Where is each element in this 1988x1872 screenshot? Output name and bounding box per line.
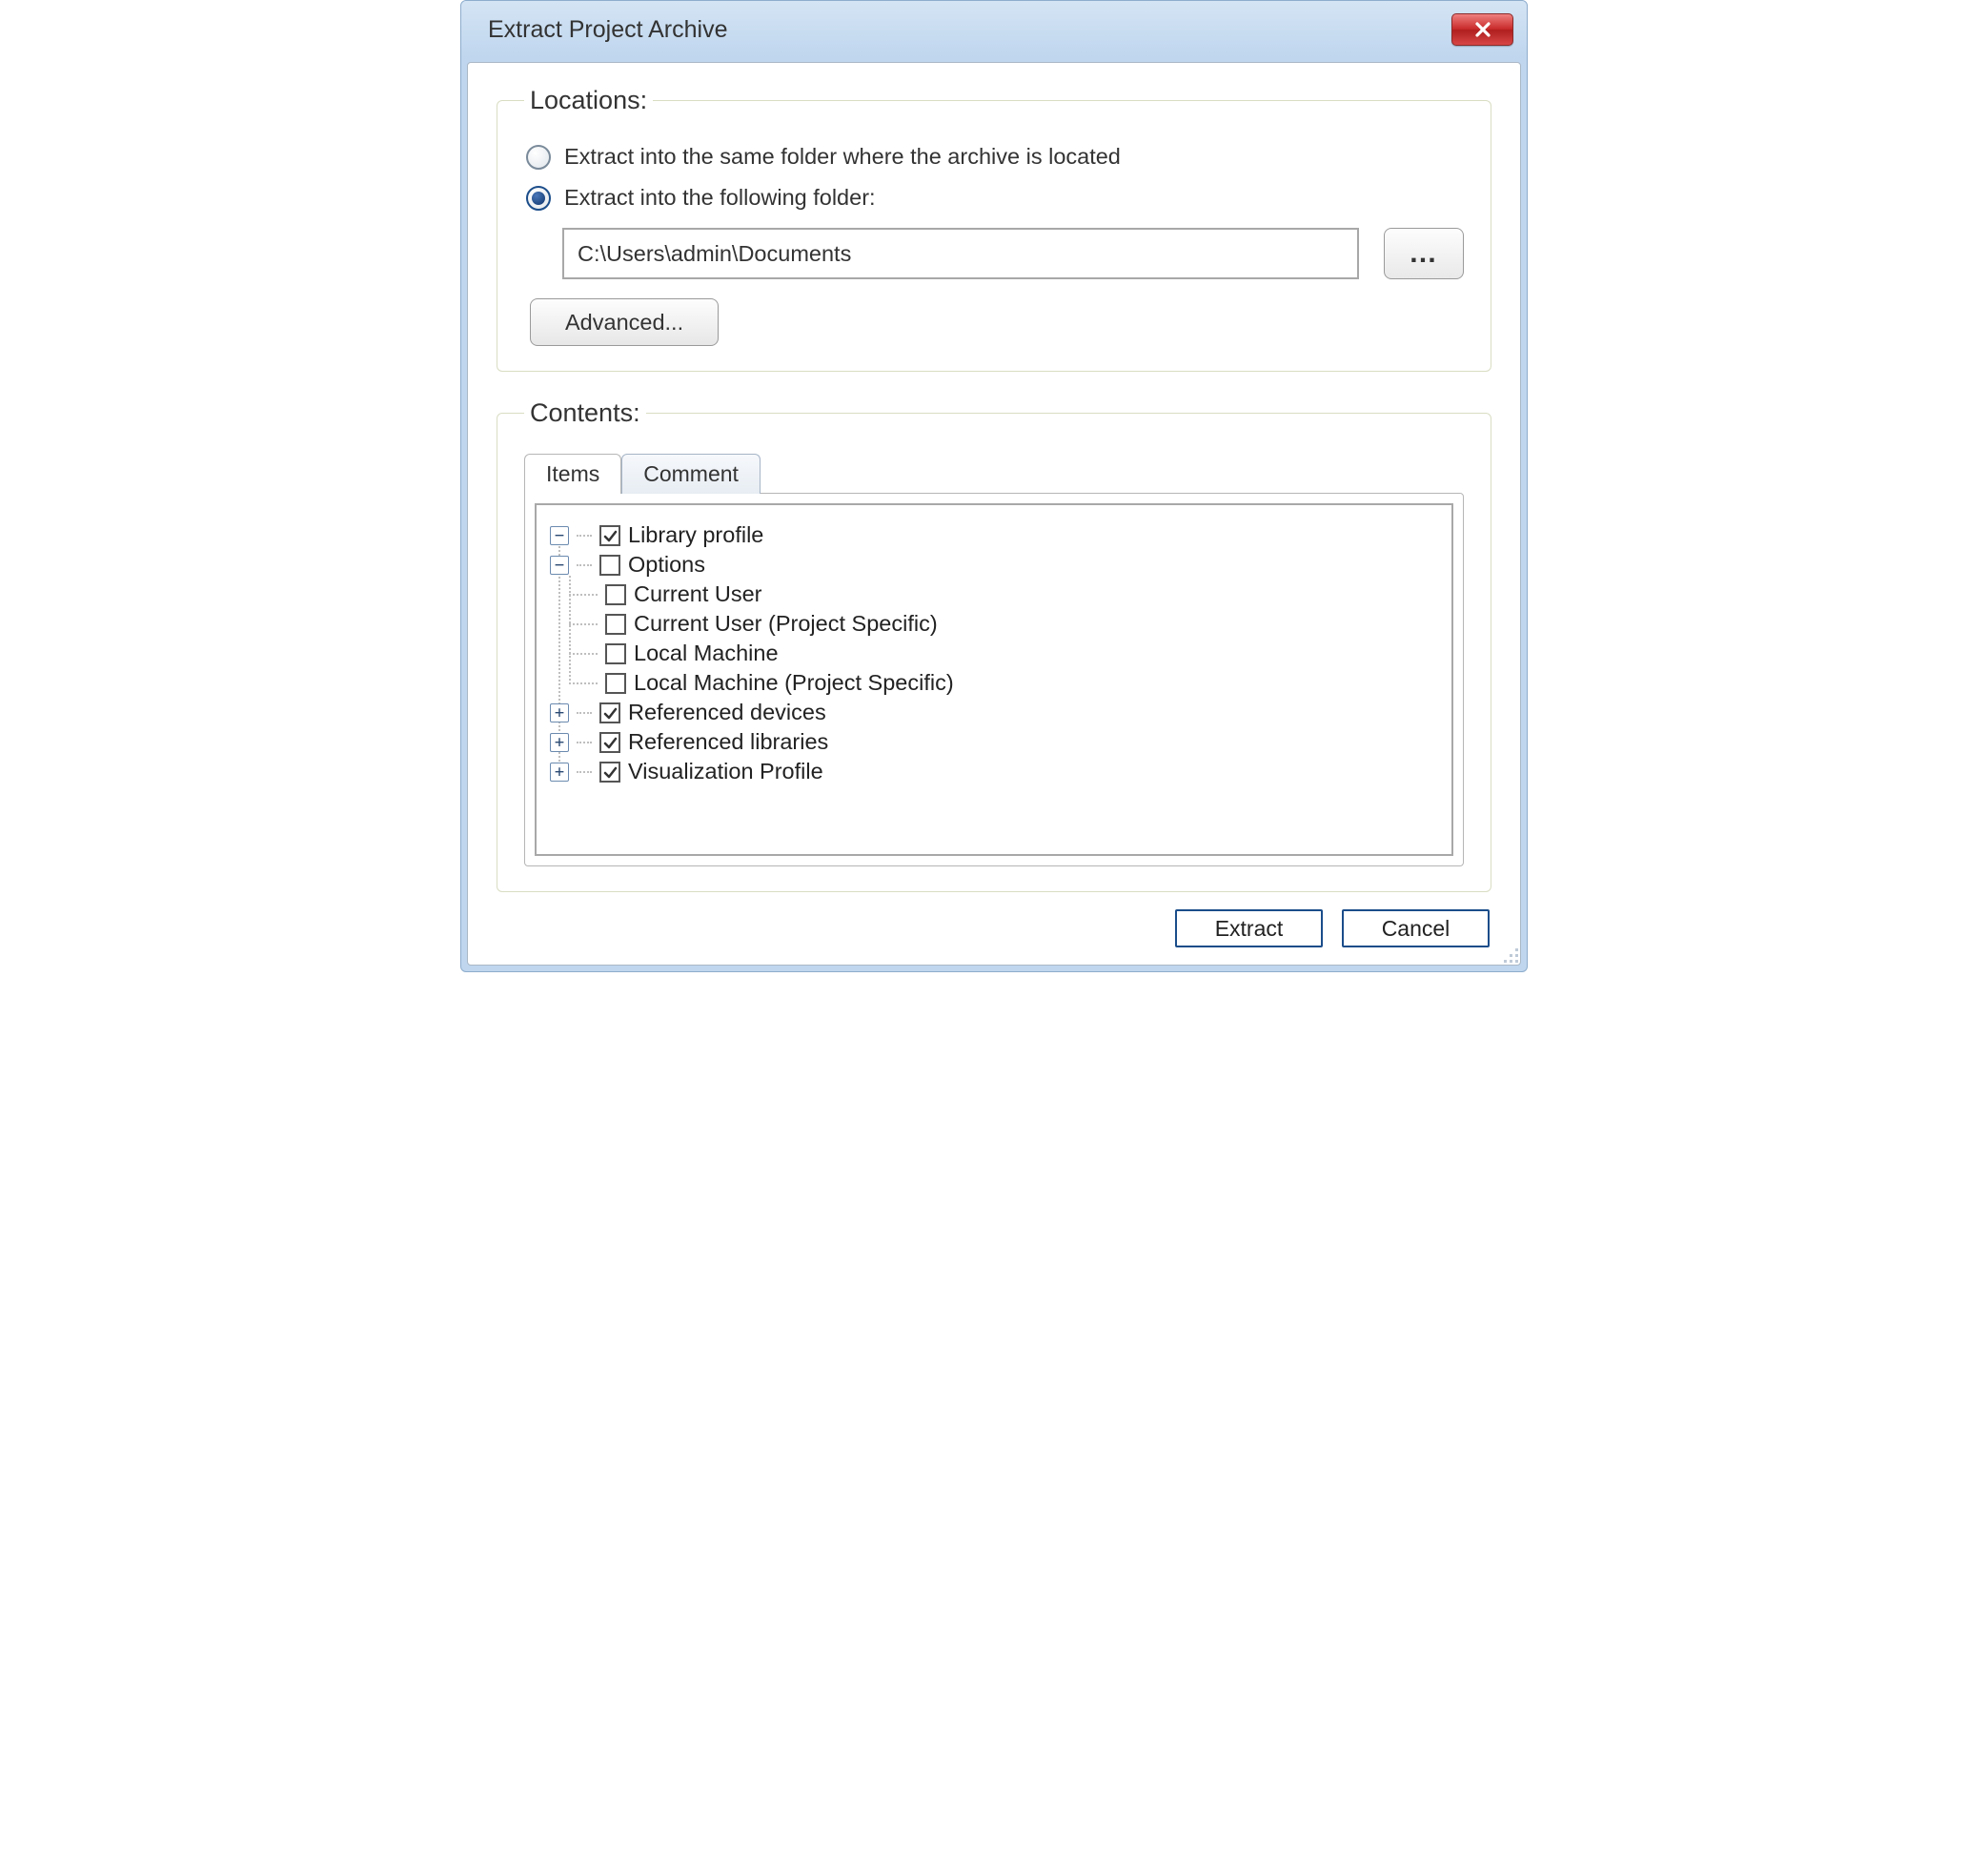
tree-node-referenced-devices[interactable]: + Referenced devices — [550, 698, 1438, 727]
close-button[interactable] — [1451, 13, 1513, 46]
tree-label-current-user: Current User — [634, 581, 762, 607]
tree-node-referenced-libraries[interactable]: + Referenced libraries — [550, 727, 1438, 757]
tree-node-local-machine-ps[interactable]: Local Machine (Project Specific) — [617, 668, 1438, 698]
title-bar: Extract Project Archive — [461, 1, 1527, 58]
tree-node-current-user-ps[interactable]: Current User (Project Specific) — [617, 609, 1438, 639]
radio-same-folder[interactable] — [526, 145, 551, 170]
tree-line — [577, 564, 592, 566]
tree-node-current-user[interactable]: Current User — [617, 580, 1438, 609]
tree-line — [569, 594, 598, 596]
tree-line — [577, 742, 592, 743]
radio-label-same-folder: Extract into the same folder where the a… — [564, 144, 1121, 170]
ellipsis-icon: … — [1409, 237, 1439, 270]
expander-referenced-devices[interactable]: + — [550, 703, 569, 722]
tree-label-referenced-libraries: Referenced libraries — [628, 729, 828, 755]
advanced-button[interactable]: Advanced... — [530, 298, 719, 346]
locations-legend: Locations: — [524, 86, 653, 115]
resize-grip-icon — [1500, 945, 1521, 966]
checkbox-options[interactable] — [599, 555, 620, 576]
checkbox-referenced-libraries[interactable] — [599, 732, 620, 753]
tree-line — [569, 576, 571, 684]
tree-line — [577, 771, 592, 773]
checkbox-current-user[interactable] — [605, 584, 626, 605]
checkbox-local-machine[interactable] — [605, 643, 626, 664]
radio-label-following-folder: Extract into the following folder: — [564, 185, 876, 211]
tree-node-library-profile[interactable]: − Library profile — [550, 520, 1438, 550]
close-icon — [1472, 21, 1493, 38]
expander-library-profile[interactable]: − — [550, 526, 569, 545]
tree-line — [569, 682, 598, 684]
tree-label-library-profile: Library profile — [628, 522, 763, 548]
tree-label-local-machine: Local Machine — [634, 641, 779, 666]
tree-view[interactable]: − Library profile − — [535, 503, 1453, 856]
tree-node-options[interactable]: − Options — [550, 550, 1438, 580]
dialog-window: Extract Project Archive Locations: Extra… — [460, 0, 1528, 972]
tree-node-visualization-profile[interactable]: + Visualization Profile — [550, 757, 1438, 786]
tree-root: − Library profile − — [550, 520, 1438, 786]
checkbox-local-machine-ps[interactable] — [605, 673, 626, 694]
tabs: Items Comment — [524, 453, 1464, 493]
path-row: … — [562, 228, 1464, 279]
contents-fieldset: Contents: Items Comment − — [497, 398, 1491, 892]
tree-label-referenced-devices: Referenced devices — [628, 700, 826, 725]
tree-line — [577, 535, 592, 537]
window-title: Extract Project Archive — [475, 16, 727, 44]
tab-comment[interactable]: Comment — [621, 454, 761, 494]
extract-button[interactable]: Extract — [1175, 909, 1323, 947]
tree-line — [569, 653, 598, 655]
expander-visualization-profile[interactable]: + — [550, 763, 569, 782]
checkbox-visualization-profile[interactable] — [599, 762, 620, 783]
dialog-footer: Extract Cancel — [497, 905, 1491, 947]
client-area: Locations: Extract into the same folder … — [467, 62, 1521, 966]
browse-button[interactable]: … — [1384, 228, 1464, 279]
cancel-button[interactable]: Cancel — [1342, 909, 1490, 947]
radio-following-folder[interactable] — [526, 186, 551, 211]
tab-panel-items: − Library profile − — [524, 493, 1464, 866]
radio-row-following-folder[interactable]: Extract into the following folder: — [526, 185, 1464, 211]
expander-options[interactable]: − — [550, 556, 569, 575]
tab-items[interactable]: Items — [524, 454, 621, 494]
tree-label-visualization-profile: Visualization Profile — [628, 759, 823, 784]
tree-line — [569, 623, 598, 625]
checkbox-referenced-devices[interactable] — [599, 702, 620, 723]
folder-path-input[interactable] — [562, 228, 1359, 279]
contents-legend: Contents: — [524, 398, 646, 428]
tree-children-options: Current User Current User (Project Speci… — [617, 580, 1438, 698]
radio-row-same-folder[interactable]: Extract into the same folder where the a… — [526, 144, 1464, 170]
tree-label-options: Options — [628, 552, 705, 578]
expander-referenced-libraries[interactable]: + — [550, 733, 569, 752]
locations-fieldset: Locations: Extract into the same folder … — [497, 86, 1491, 372]
tree-node-local-machine[interactable]: Local Machine — [617, 639, 1438, 668]
checkbox-current-user-ps[interactable] — [605, 614, 626, 635]
resize-grip[interactable] — [1500, 945, 1521, 966]
tree-label-current-user-ps: Current User (Project Specific) — [634, 611, 938, 637]
checkbox-library-profile[interactable] — [599, 525, 620, 546]
tree-line — [577, 712, 592, 714]
tree-label-local-machine-ps: Local Machine (Project Specific) — [634, 670, 954, 696]
